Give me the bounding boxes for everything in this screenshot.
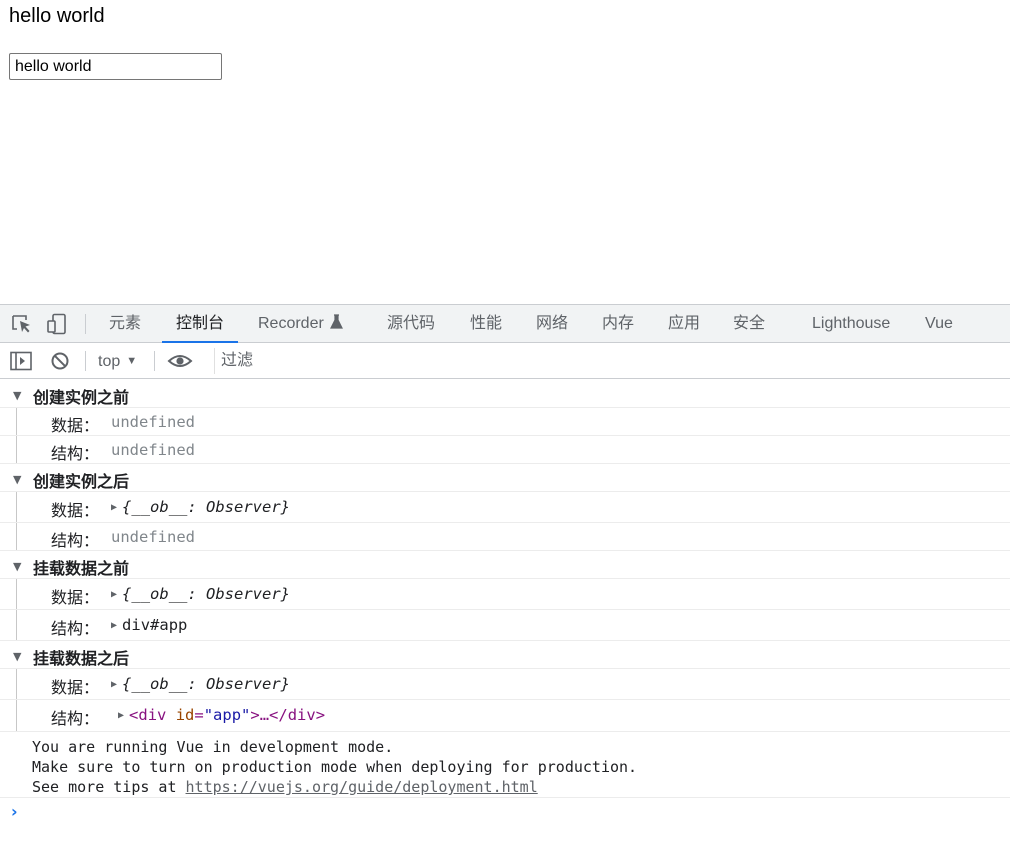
devtools-panel: 元素 控制台 Recorder 源代码 性能 网络 内存 应用 安全 Light…: [0, 304, 1010, 864]
console-row: 结构： undefined: [0, 523, 1010, 551]
experimental-flask-icon: [329, 306, 343, 344]
console-row: 数据： ▶ {__ob__: Observer}: [0, 669, 1010, 700]
console-group-header[interactable]: ▼ 挂载数据之后: [0, 641, 1010, 669]
toolbar-divider: [154, 351, 155, 371]
tab-security[interactable]: 安全: [733, 305, 765, 342]
tab-console[interactable]: 控制台: [161, 305, 239, 343]
expanded-triangle-icon: ▼: [13, 473, 22, 486]
caret-down-icon: ▼: [126, 355, 138, 367]
console-group-header[interactable]: ▼ 创建实例之前: [0, 380, 1010, 408]
group-indent-line: [16, 700, 17, 731]
console-row: 数据： ▶ {__ob__: Observer}: [0, 492, 1010, 523]
row-value-undefined: undefined: [111, 528, 195, 546]
collapsed-triangle-icon: ▶: [111, 679, 118, 690]
console-toolbar: top ▼: [0, 343, 1010, 379]
html-tag-rest: >…</div>: [250, 706, 326, 724]
row-label: 结构：: [51, 709, 100, 728]
console-row: 数据： ▶ {__ob__: Observer}: [0, 579, 1010, 610]
context-selector[interactable]: top ▼: [98, 349, 137, 373]
row-label: 结构：: [51, 444, 100, 463]
group-indent-line: [16, 669, 17, 699]
console-row: 结构： ▶ div#app: [0, 610, 1010, 641]
object-preview-text: {__ob__: Observer}: [122, 675, 291, 693]
page-content: hello world: [0, 0, 1010, 304]
device-toolbar-icon[interactable]: [46, 313, 68, 335]
message-line: Make sure to turn on production mode whe…: [32, 758, 638, 776]
tab-memory[interactable]: 内存: [602, 305, 634, 342]
group-indent-line: [16, 492, 17, 522]
console-message: You are running Vue in development mode.…: [0, 732, 1010, 798]
deployment-guide-link[interactable]: https://vuejs.org/guide/deployment.html: [186, 778, 538, 796]
row-label: 数据：: [51, 588, 100, 607]
object-preview-text: {__ob__: Observer}: [122, 498, 291, 516]
row-value-undefined: undefined: [111, 441, 195, 459]
html-tag-open: <div: [129, 706, 167, 724]
tab-recorder-label: Recorder: [258, 315, 324, 332]
clear-console-icon[interactable]: [50, 351, 72, 371]
live-expression-icon[interactable]: [167, 351, 193, 371]
text-input[interactable]: [9, 53, 222, 80]
row-label: 结构：: [51, 531, 100, 550]
prompt-chevron-icon: ›: [11, 802, 18, 821]
tab-network[interactable]: 网络: [536, 305, 568, 342]
dom-node-preview[interactable]: ▶ <div id="app">…</div>: [118, 706, 325, 724]
devtools-tabbar: 元素 控制台 Recorder 源代码 性能 网络 内存 应用 安全 Light…: [0, 305, 1010, 343]
filter-input[interactable]: [214, 348, 1010, 374]
group-indent-line: [16, 436, 17, 463]
html-attr-name: id: [175, 706, 195, 724]
console-row: 结构： undefined: [0, 436, 1010, 464]
toolbar-divider: [85, 351, 86, 371]
toolbar-divider: [85, 314, 86, 334]
object-preview[interactable]: ▶ {__ob__: Observer}: [111, 498, 290, 516]
console-group-title: 创建实例之前: [33, 388, 130, 407]
context-selector-value: top: [98, 353, 121, 370]
row-label: 数据：: [51, 501, 100, 520]
element-preview[interactable]: ▶ div#app: [111, 616, 187, 634]
console-group-header[interactable]: ▼ 创建实例之后: [0, 464, 1010, 492]
row-label: 结构：: [51, 619, 100, 638]
expanded-triangle-icon: ▼: [13, 560, 22, 573]
tab-vue[interactable]: Vue: [925, 305, 953, 342]
tab-sources[interactable]: 源代码: [387, 305, 435, 342]
console-group-header[interactable]: ▼ 挂载数据之前: [0, 551, 1010, 579]
collapsed-triangle-icon: ▶: [111, 620, 118, 631]
message-line: You are running Vue in development mode.: [32, 738, 394, 756]
object-preview[interactable]: ▶ {__ob__: Observer}: [111, 675, 290, 693]
console-group-title: 挂载数据之后: [33, 649, 130, 668]
expanded-triangle-icon: ▼: [13, 650, 22, 663]
show-sidebar-icon[interactable]: [10, 351, 32, 371]
console-row: 数据： undefined: [0, 408, 1010, 436]
tab-lighthouse[interactable]: Lighthouse: [812, 305, 890, 342]
group-indent-line: [16, 523, 17, 550]
collapsed-triangle-icon: ▶: [118, 710, 125, 721]
row-label: 数据：: [51, 416, 100, 435]
group-indent-line: [16, 610, 17, 640]
group-indent-line: [16, 579, 17, 609]
console-group-title: 挂载数据之前: [33, 559, 130, 578]
message-line-prefix: See more tips at: [32, 778, 186, 796]
collapsed-triangle-icon: ▶: [111, 502, 118, 513]
object-preview-text: {__ob__: Observer}: [122, 585, 291, 603]
object-preview[interactable]: ▶ {__ob__: Observer}: [111, 585, 290, 603]
element-preview-text: div#app: [122, 616, 188, 634]
console-row: 结构： ▶ <div id="app">…</div>: [0, 700, 1010, 732]
collapsed-triangle-icon: ▶: [111, 589, 118, 600]
tab-application[interactable]: 应用: [668, 305, 700, 342]
html-attr-eq: =: [194, 706, 204, 724]
console-prompt[interactable]: ›: [0, 798, 1010, 826]
group-indent-line: [16, 408, 17, 435]
html-attr-value: "app": [203, 706, 251, 724]
tab-performance[interactable]: 性能: [470, 305, 502, 342]
tab-recorder[interactable]: Recorder: [258, 305, 343, 342]
console-output: ▼ 创建实例之前 数据： undefined 结构： undefined ▼ 创…: [0, 380, 1010, 826]
inspect-element-icon[interactable]: [11, 313, 33, 335]
row-label: 数据：: [51, 678, 100, 697]
row-value-undefined: undefined: [111, 413, 195, 431]
console-group-title: 创建实例之后: [33, 472, 130, 491]
tab-elements[interactable]: 元素: [109, 305, 141, 342]
page-heading: hello world: [9, 5, 105, 27]
expanded-triangle-icon: ▼: [13, 389, 22, 402]
